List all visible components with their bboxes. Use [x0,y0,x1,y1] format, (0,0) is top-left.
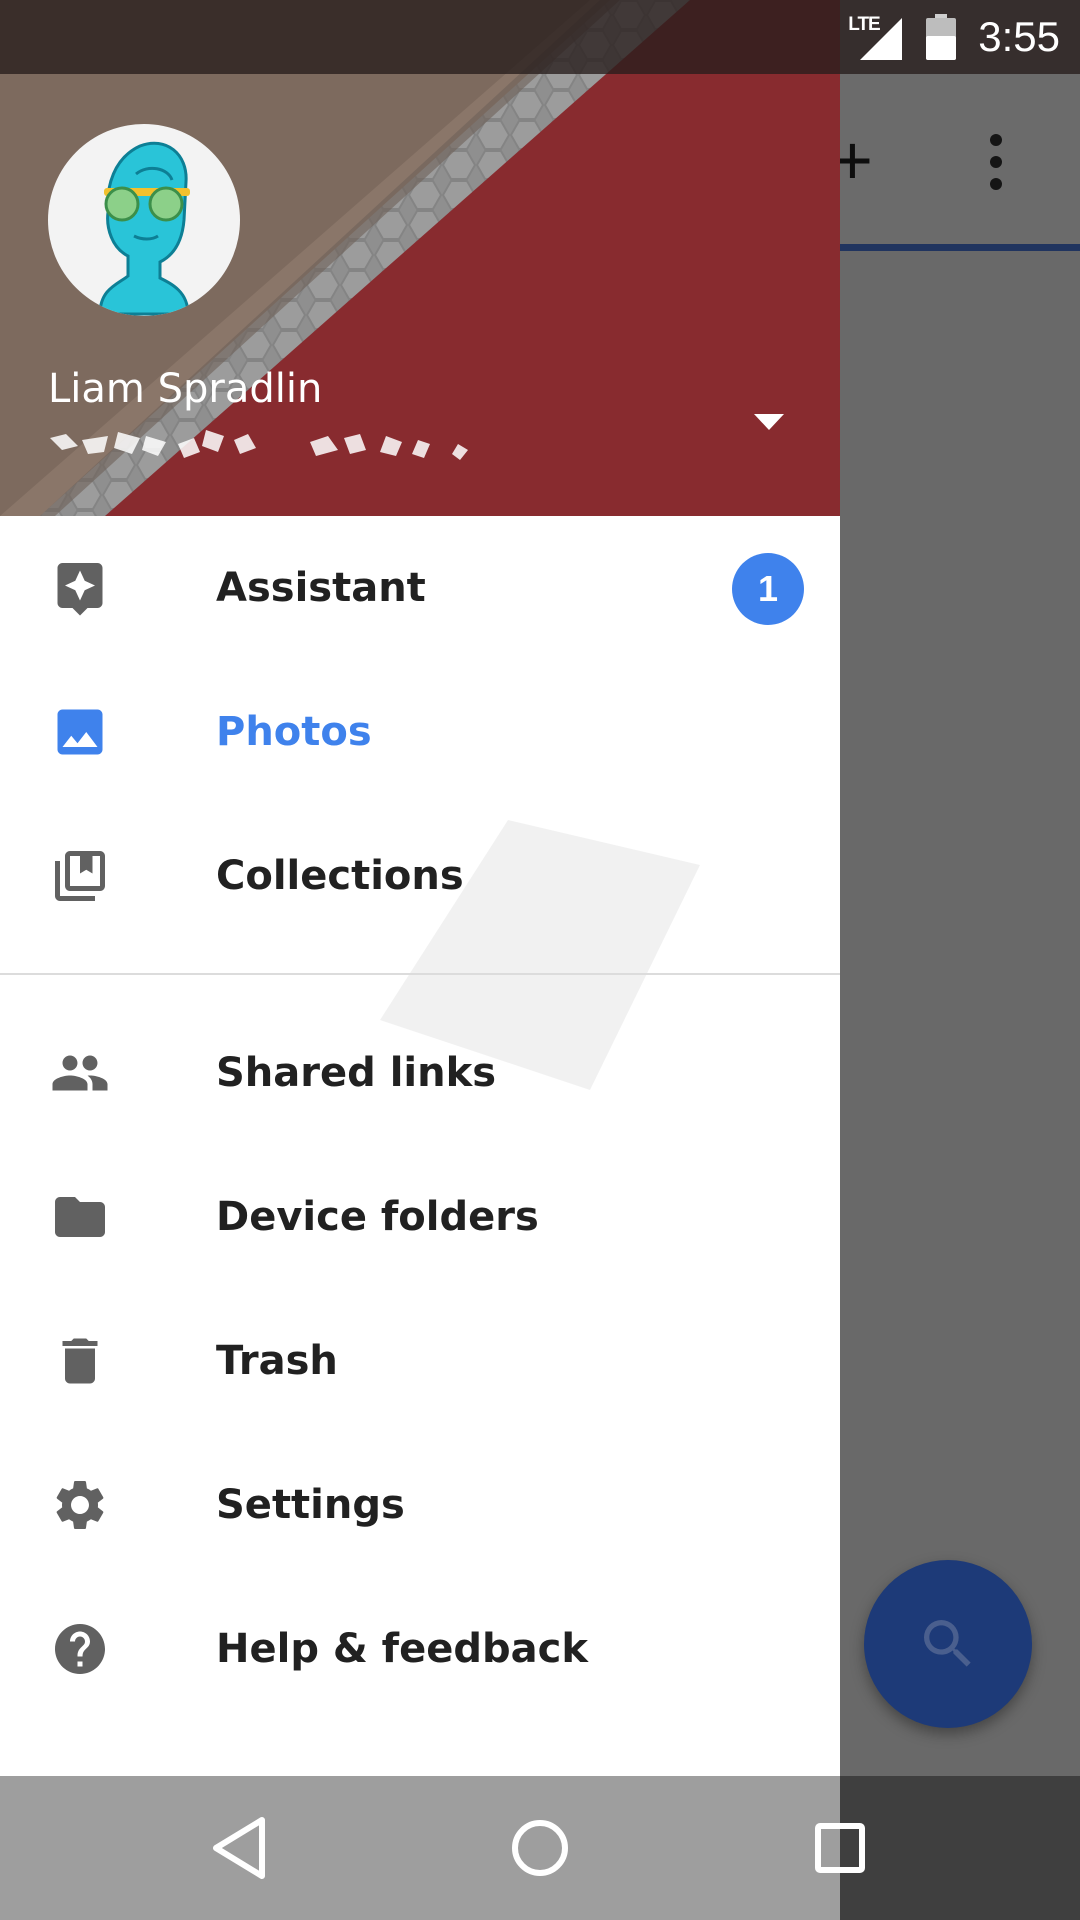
system-nav-bar [0,1776,1080,1920]
clock: 3:55 [978,13,1060,60]
signal-icon: LTE [848,12,904,62]
drawer-menu: Assistant 1 Photos Collections Shared li… [0,516,840,1721]
recents-button[interactable] [804,1812,876,1884]
account-name: Liam Spradlin [48,366,323,412]
menu-item-shared-links[interactable]: Shared links [0,1001,840,1145]
menu-item-trash[interactable]: Trash [0,1289,840,1433]
menu-item-label: Collections [216,853,464,899]
menu-divider [0,973,840,975]
menu-item-label: Settings [216,1482,405,1528]
home-button[interactable] [504,1812,576,1884]
menu-item-collections[interactable]: Collections [0,804,840,948]
menu-item-label: Assistant [216,565,426,611]
notification-badge: 1 [732,553,804,625]
recents-icon [815,1823,865,1873]
help-icon [55,1624,105,1674]
menu-item-label: Photos [216,709,372,755]
search-fab[interactable] [864,1560,1032,1728]
menu-item-settings[interactable]: Settings [0,1433,840,1577]
menu-item-label: Trash [216,1338,338,1384]
menu-item-assistant[interactable]: Assistant 1 [0,516,840,660]
account-switcher-toggle[interactable] [750,410,788,434]
photo-icon [57,709,103,755]
home-icon [512,1820,568,1876]
nav-bar-dimmed-section [840,1776,1080,1920]
drawer-header: Liam Spradlin [0,0,840,516]
menu-item-help-feedback[interactable]: Help & feedback [0,1577,840,1721]
arrow-drop-down-icon [754,414,784,430]
navigation-drawer: Liam Spradlin Assistant 1 Photos Collect… [0,0,840,1776]
search-icon [924,1620,971,1667]
menu-item-label: Help & feedback [216,1626,588,1672]
menu-item-label: Device folders [216,1194,539,1240]
people-icon [52,1055,108,1091]
back-icon [213,1817,265,1879]
collections-icon [55,851,105,901]
avatar[interactable] [48,124,240,316]
folder-icon [55,1197,105,1237]
gear-icon [56,1481,104,1529]
back-button[interactable] [204,1812,276,1884]
battery-icon [926,14,957,60]
status-bar: LTE 3:55 [0,0,1080,74]
trash-icon [62,1338,98,1384]
menu-item-label: Shared links [216,1050,496,1096]
menu-item-device-folders[interactable]: Device folders [0,1145,840,1289]
account-email-redacted [50,430,468,460]
menu-item-photos[interactable]: Photos [0,660,840,804]
assistant-icon [57,563,103,616]
